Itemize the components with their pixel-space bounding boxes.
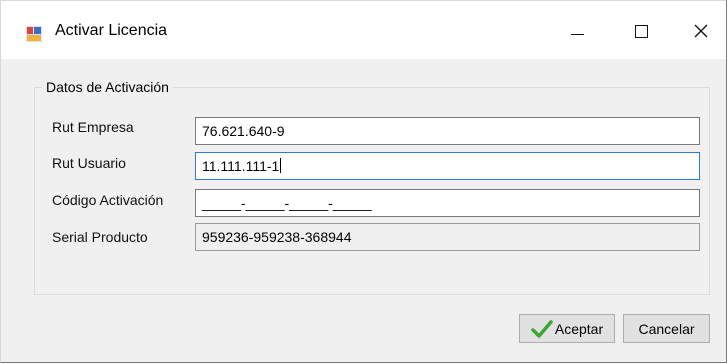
codigo-activacion-value: _____-_____-_____-_____ — [202, 195, 372, 211]
cancel-button-label: Cancelar — [638, 320, 695, 337]
accept-button[interactable]: Aceptar — [519, 314, 615, 343]
close-icon — [694, 24, 708, 38]
serial-producto-label: Serial Producto — [52, 229, 148, 245]
serial-producto-field: 959236-959238-368944 — [195, 223, 700, 251]
minimize-icon — [570, 33, 584, 35]
rut-usuario-input[interactable]: 11.111.111-1 — [195, 152, 700, 180]
codigo-activacion-label: Código Activación — [52, 192, 164, 208]
codigo-activacion-input[interactable]: _____-_____-_____-_____ — [195, 189, 700, 217]
rut-empresa-value: 76.621.640-9 — [202, 123, 285, 139]
rut-empresa-input[interactable]: 76.621.640-9 — [195, 117, 700, 145]
title-bar[interactable]: Activar Licencia — [1, 1, 726, 59]
rut-usuario-label: Rut Usuario — [52, 155, 126, 171]
green-check-icon — [531, 319, 553, 338]
accept-button-label: Aceptar — [554, 320, 604, 337]
maximize-button[interactable] — [618, 13, 664, 49]
rut-empresa-label: Rut Empresa — [52, 119, 134, 135]
cancel-button[interactable]: Cancelar — [623, 314, 710, 343]
window-title: Activar Licencia — [55, 22, 168, 39]
close-button[interactable] — [678, 13, 724, 49]
rut-usuario-value: 11.111.111-1 — [202, 158, 280, 174]
activation-dialog: Activar Licencia Datos de Activación Rut… — [0, 0, 727, 363]
app-window-icon — [26, 26, 42, 42]
maximize-icon — [634, 24, 648, 38]
serial-producto-value: 959236-959238-368944 — [202, 229, 352, 245]
group-title: Datos de Activación — [42, 79, 173, 95]
minimize-button[interactable] — [554, 13, 600, 49]
text-caret — [280, 158, 282, 173]
